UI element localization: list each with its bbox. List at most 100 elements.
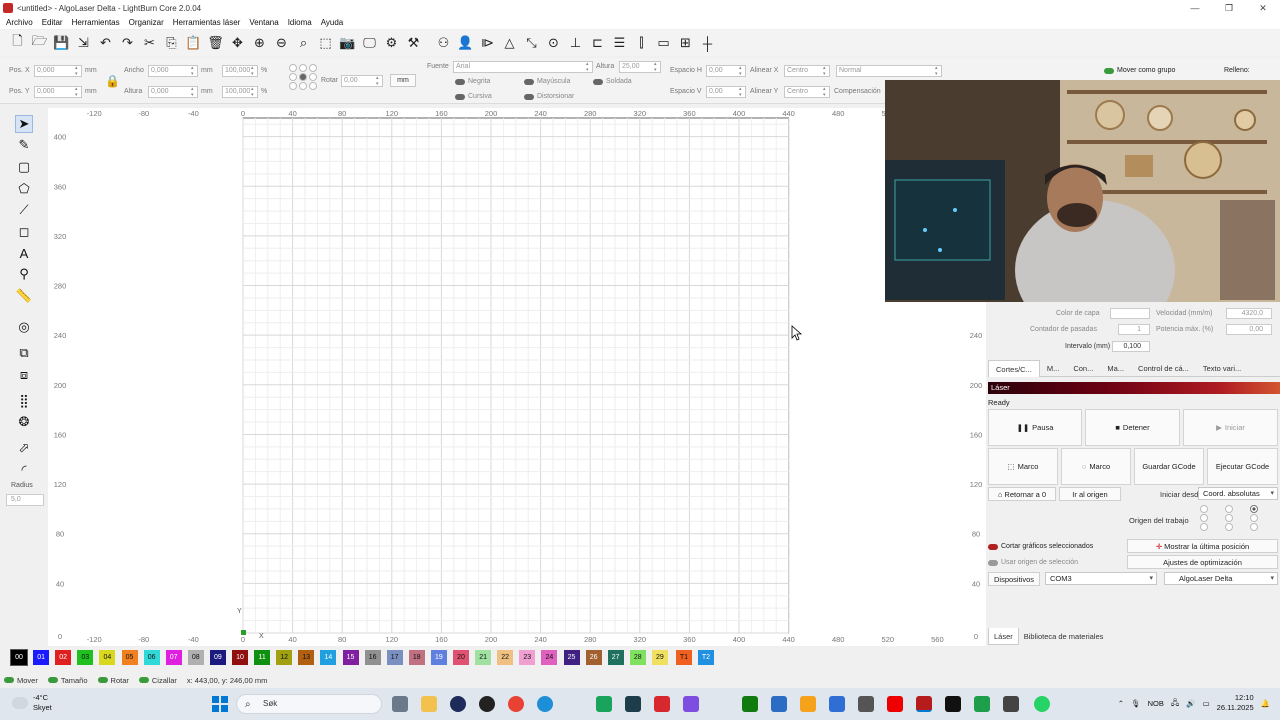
run-gcode-button[interactable]: Ejecutar GCode <box>1207 448 1278 485</box>
zoom-in-icon[interactable]: ⊕ <box>251 35 268 52</box>
layer-swatch-22[interactable]: 22 <box>497 650 514 665</box>
layer-swatch-27[interactable]: 27 <box>607 650 624 665</box>
app-script-icon[interactable] <box>974 696 990 712</box>
align-x-select[interactable]: Centro <box>784 65 830 77</box>
show-last-position-button[interactable]: ✛ Mostrar la última posición <box>1127 539 1278 553</box>
layer-swatch-T1[interactable]: T1 <box>676 650 692 665</box>
whatsapp-icon[interactable] <box>1034 696 1050 712</box>
camera-app-icon[interactable] <box>858 696 874 712</box>
position-pin-icon[interactable]: ⚲ <box>15 265 33 283</box>
node-edit-icon[interactable]: ⟋ <box>15 201 33 219</box>
app-green-icon[interactable] <box>596 696 612 712</box>
app-orange-icon[interactable] <box>800 696 816 712</box>
shear-mode-toggle[interactable]: Cizallar <box>138 676 177 685</box>
dock-icon[interactable]: ⫿ <box>633 35 650 52</box>
push-icon[interactable]: ⊏ <box>589 35 606 52</box>
layer-swatch-01[interactable]: 01 <box>33 650 50 665</box>
distribute-icon[interactable]: ☰ <box>611 35 628 52</box>
app-red-icon[interactable] <box>654 696 670 712</box>
layer-swatch-26[interactable]: 26 <box>585 650 602 665</box>
layer-swatch-08[interactable]: 08 <box>187 650 204 665</box>
tab-material-library[interactable]: Biblioteca de materiales <box>1019 628 1109 645</box>
select-arrow-icon[interactable]: ➤ <box>15 115 33 133</box>
start-from-select[interactable]: Coord. absolutas <box>1198 487 1278 500</box>
rotate-input[interactable]: 0,00 <box>341 75 383 87</box>
bold-toggle[interactable]: Negrita <box>455 78 491 85</box>
layer-swatch-02[interactable]: 02 <box>55 650 72 665</box>
layer-swatch-29[interactable]: 29 <box>651 650 668 665</box>
weld-toggle[interactable]: Soldada <box>593 78 632 85</box>
mirror-icon[interactable]: △ <box>501 35 518 52</box>
tab-variable-text[interactable]: Texto vari... <box>1196 360 1248 377</box>
hspace-input[interactable]: 0,00 <box>706 65 746 77</box>
menu-herramientas-laser[interactable]: Herramientas láser <box>173 18 241 27</box>
app-circle-icon[interactable] <box>450 696 466 712</box>
width-input[interactable]: 0,000 <box>148 65 198 77</box>
app-3-icon[interactable] <box>829 696 845 712</box>
grid-icon[interactable]: ⊞ <box>677 35 694 52</box>
align-vert-icon[interactable]: ▭ <box>655 35 672 52</box>
layer-swatch-04[interactable]: 04 <box>99 650 116 665</box>
file-explorer-icon[interactable] <box>421 696 437 712</box>
layer-swatch-20[interactable]: 20 <box>453 650 469 665</box>
layer-swatch-06[interactable]: 06 <box>143 650 160 665</box>
layer-swatch-09[interactable]: 09 <box>209 650 226 665</box>
layer-swatch-13[interactable]: 13 <box>298 650 315 665</box>
layer-swatch-10[interactable]: 10 <box>232 650 248 665</box>
go-origin-button[interactable]: Ir al origen <box>1059 487 1121 501</box>
open-folder-icon[interactable]: 🗁 <box>31 33 48 52</box>
tab-cuts[interactable]: Cortes/C... <box>988 360 1040 377</box>
measure-ruler-icon[interactable]: 📏 <box>15 287 33 305</box>
layer-swatch-28[interactable]: 28 <box>629 650 646 665</box>
weather-widget[interactable]: -4°C Skyet <box>12 693 52 713</box>
app-black-icon[interactable] <box>945 696 961 712</box>
circular-array-icon[interactable]: ❂ <box>15 413 33 431</box>
settings-gear-icon[interactable]: ⚙ <box>383 35 400 52</box>
width-percent-input[interactable]: 100,000 <box>222 65 258 77</box>
pos-y-input[interactable]: 0,000 <box>34 86 82 98</box>
units-toggle-button[interactable]: mm <box>390 74 416 87</box>
battery-icon[interactable]: ▭ <box>1203 699 1210 708</box>
height-percent-input[interactable]: 100,000 <box>222 86 258 98</box>
design-canvas[interactable]: -120 -120 -80 -80 -40 -40 0 0 40 40 80 80 120 120 160 1… <box>48 108 986 646</box>
target-icon[interactable]: ⊙ <box>545 35 562 52</box>
task-view-icon[interactable] <box>392 696 408 712</box>
crosshair-icon[interactable]: ┼ <box>699 35 716 52</box>
layer-swatch-05[interactable]: 05 <box>121 650 138 665</box>
edge-icon[interactable] <box>537 696 553 712</box>
flip-h-icon[interactable]: ⧐ <box>479 35 496 52</box>
app-dark-icon[interactable] <box>479 696 495 712</box>
text-tool-icon[interactable]: A <box>15 244 33 262</box>
paste-icon[interactable]: 📋 <box>185 35 202 52</box>
devices-button[interactable]: Dispositivos <box>988 572 1040 586</box>
canvas-grid[interactable]: -120 -120 -80 -80 -40 -40 0 0 40 40 80 80 120 120 160 1… <box>48 108 986 646</box>
pos-x-input[interactable]: 0,000 <box>34 65 82 77</box>
menu-archivo[interactable]: Archivo <box>6 18 33 27</box>
terminal-icon[interactable] <box>625 696 641 712</box>
home-button[interactable]: ⌂ Retornar a 0 <box>988 487 1056 501</box>
font-height-input[interactable]: 25,00 <box>619 61 661 73</box>
clock[interactable]: 12:10 26.11.2025 <box>1217 693 1254 713</box>
notification-bell-icon[interactable]: 🔔 <box>1261 699 1270 708</box>
lightburn-taskbar-icon[interactable] <box>916 696 932 712</box>
tray-chevron-icon[interactable]: ⌃ <box>1118 699 1124 708</box>
copy-icon[interactable]: ⎘ <box>163 35 180 52</box>
microphone-icon[interactable]: 🎙 <box>1131 699 1141 708</box>
height-input[interactable]: 0,000 <box>148 86 198 98</box>
layer-swatch-25[interactable]: 25 <box>563 650 580 665</box>
menu-ventana[interactable]: Ventana <box>249 18 278 27</box>
monitor-icon[interactable]: 🖵 <box>361 35 378 52</box>
align-y-select[interactable]: Centro <box>784 86 830 98</box>
delete-icon[interactable]: 🗑 <box>207 35 224 52</box>
language-indicator[interactable]: NOB <box>1148 699 1164 708</box>
power-input[interactable]: 0,00 <box>1226 324 1272 335</box>
device-select[interactable]: AlgoLaser Delta <box>1164 572 1278 585</box>
zoom-frame-icon[interactable]: ⌕ <box>295 35 312 52</box>
anchor-radio-grid[interactable] <box>289 64 318 90</box>
menu-herramientas[interactable]: Herramientas <box>72 18 120 27</box>
network-icon[interactable]: 🖧 <box>1171 697 1179 710</box>
chrome-icon[interactable] <box>508 696 524 712</box>
speed-input[interactable]: 4320,0 <box>1226 308 1272 319</box>
new-file-icon[interactable]: 🗋 <box>9 33 26 52</box>
layer-swatch-19[interactable]: 19 <box>430 650 447 665</box>
